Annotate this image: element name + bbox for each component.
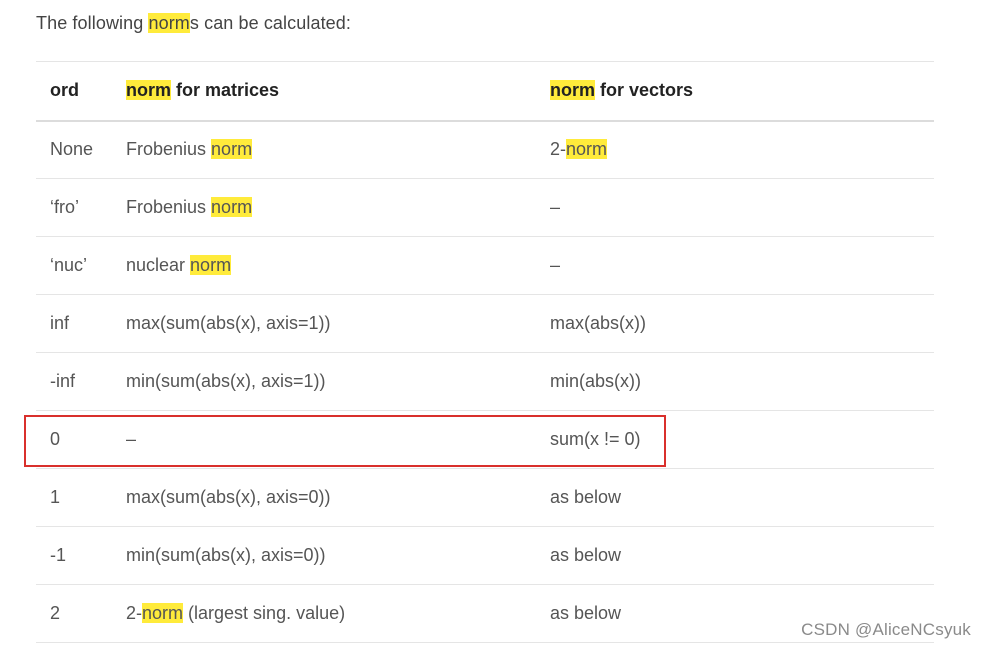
cell-matrix-pre: nuclear [126, 255, 191, 275]
cell-vector-highlight: norm [566, 139, 608, 160]
header-row: ord norm for matrices norm for vectors [36, 61, 934, 121]
header-vectors-rest: for vectors [595, 80, 694, 101]
header-ord: ord [50, 80, 79, 101]
header-matrices-rest: for matrices [171, 80, 280, 101]
cell-vector-pre: 2- [550, 139, 567, 160]
cell-vector: – [550, 197, 561, 217]
cell-matrix-highlight: norm [211, 197, 253, 217]
table-row: ‘nuc’ nuclear norm – [36, 237, 934, 295]
header-matrices-highlight: norm [126, 80, 171, 101]
cell-matrix-pre: Frobenius [126, 139, 212, 160]
cell-matrix: 2-norm (largest sing. value) [126, 585, 550, 643]
cell-ord: ‘nuc’ [50, 255, 88, 275]
table-row: 1 max(sum(abs(x), axis=0)) as below [36, 469, 934, 527]
cell-ord: 0 [50, 429, 61, 449]
cell-ord: -1 [50, 545, 67, 565]
cell-vector: 2-norm [550, 121, 934, 179]
cell-vector: as below [550, 545, 622, 565]
cell-vector: – [550, 255, 561, 275]
cell-matrix-highlight: norm [142, 603, 184, 623]
table-header: ord norm for matrices norm for vectors [36, 61, 934, 121]
table-row: -1 min(sum(abs(x), axis=0)) as below [36, 527, 934, 585]
cell-matrix: max(sum(abs(x), axis=1)) [126, 313, 331, 333]
norm-table: ord norm for matrices norm for vectors N… [36, 61, 934, 643]
cell-vector: min(abs(x)) [550, 371, 642, 391]
cell-matrix: Frobenius norm [126, 121, 550, 179]
table-row: inf max(sum(abs(x), axis=1)) max(abs(x)) [36, 295, 934, 353]
cell-ord: 1 [50, 487, 61, 507]
cell-vector: as below [550, 487, 622, 507]
cell-matrix: max(sum(abs(x), axis=0)) [126, 487, 331, 507]
cell-matrix-pre: 2- [126, 603, 143, 623]
watermark: CSDN @AliceNCsyuk [801, 620, 971, 639]
cell-ord: None [50, 139, 94, 160]
header-vectors: norm for vectors [550, 62, 934, 121]
cell-matrix-highlight: norm [211, 139, 253, 160]
cell-matrix: – [126, 429, 137, 449]
intro-before: The following [36, 13, 149, 33]
cell-matrix-highlight: norm [190, 255, 232, 275]
header-matrices: norm for matrices [126, 62, 550, 121]
header-vectors-highlight: norm [550, 80, 595, 101]
table-body: None Frobenius norm 2-norm ‘fro’ Frobeni… [36, 121, 934, 643]
table-row: 2 2-norm (largest sing. value) as below [36, 585, 934, 643]
cell-ord: 2 [50, 603, 61, 623]
intro-highlight: norm [148, 13, 190, 33]
table-row-highlighted: 0 – sum(x != 0) [36, 411, 934, 469]
cell-vector: max(abs(x)) [550, 313, 647, 333]
table-row: -inf min(sum(abs(x), axis=1)) min(abs(x)… [36, 353, 934, 411]
table-row: None Frobenius norm 2-norm [36, 121, 934, 179]
cell-ord: inf [50, 313, 70, 333]
table-row: ‘fro’ Frobenius norm – [36, 179, 934, 237]
cell-matrix: min(sum(abs(x), axis=1)) [126, 371, 326, 391]
intro-after: s can be calculated: [189, 13, 351, 33]
cell-matrix: nuclear norm [126, 237, 550, 295]
cell-matrix: Frobenius norm [126, 179, 550, 237]
cell-matrix: min(sum(abs(x), axis=0)) [126, 545, 326, 565]
cell-vector: sum(x != 0) [550, 429, 641, 449]
cell-ord: -inf [50, 371, 76, 391]
cell-matrix-post: (largest sing. value) [183, 603, 346, 623]
intro-text: The following norms can be calculated: [36, 13, 351, 34]
cell-matrix-pre: Frobenius [126, 197, 212, 217]
cell-ord: ‘fro’ [50, 197, 80, 217]
